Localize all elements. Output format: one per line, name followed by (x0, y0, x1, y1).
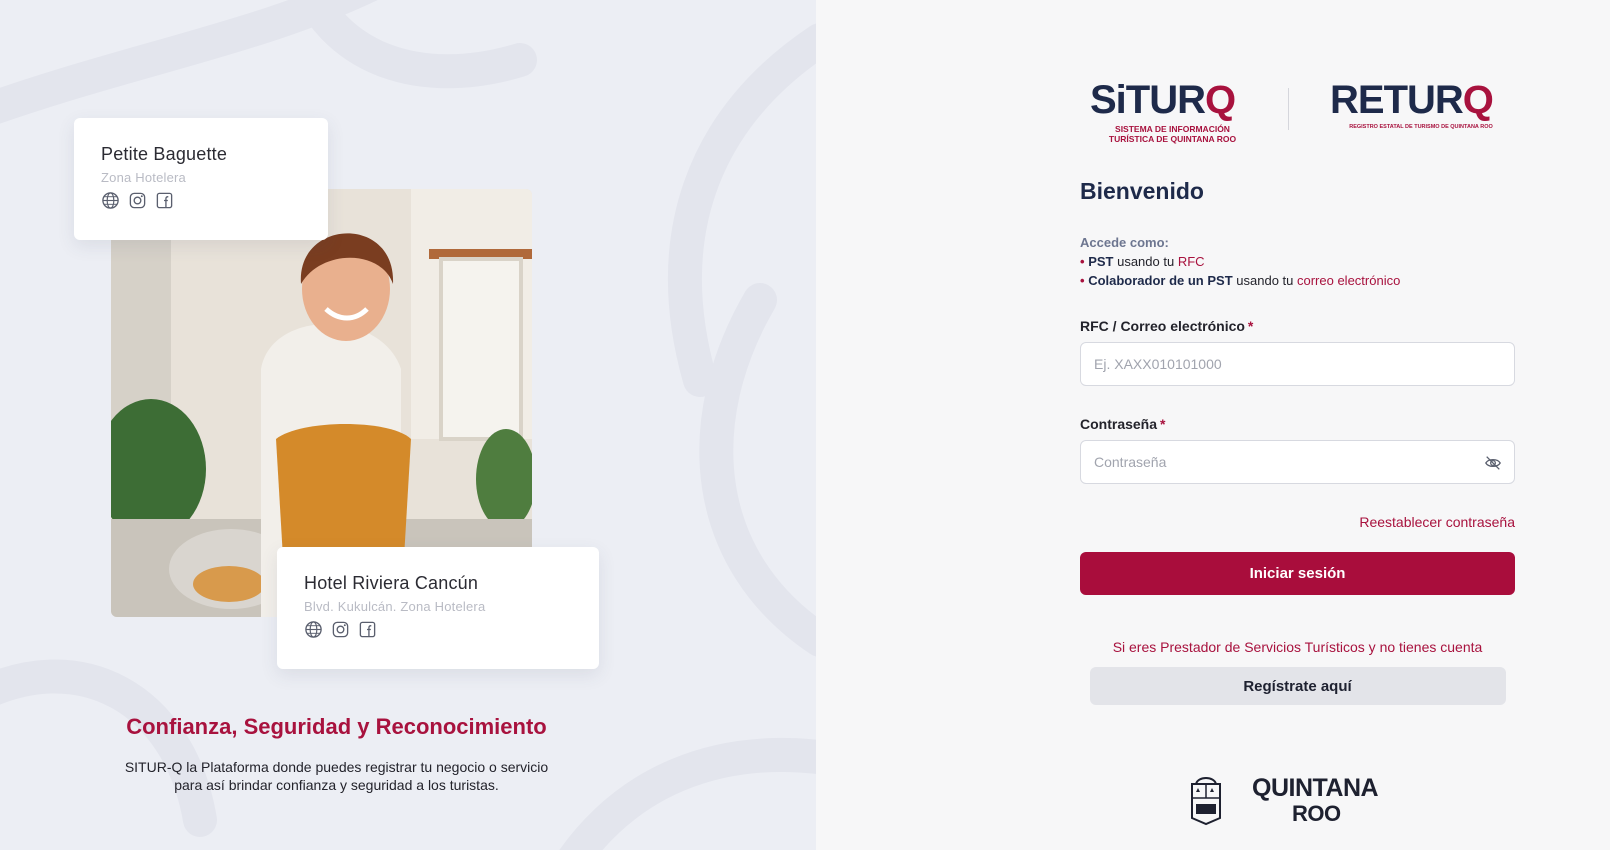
access-item-pst: • PST usando tu RFC (1080, 254, 1205, 269)
access-item-colaborador: • Colaborador de un PST usando tu correo… (1080, 273, 1401, 288)
business-card-petite-baguette: Petite Baguette Zona Hotelera (74, 118, 328, 240)
rfc-field-wrapper (1080, 342, 1515, 386)
business-location: Zona Hotelera (101, 170, 186, 185)
access-instructions: Accede como: • PST usando tu RFC • Colab… (1080, 233, 1515, 290)
instagram-icon[interactable] (331, 620, 350, 639)
rfc-label: RFC / Correo electrónico * (1080, 318, 1254, 334)
reset-password-link[interactable]: Reestablecer contraseña (1359, 514, 1515, 530)
business-location: Blvd. Kukulcán. Zona Hotelera (304, 599, 486, 614)
business-name: Petite Baguette (101, 144, 228, 164)
state-shield-icon (1191, 777, 1221, 826)
password-input[interactable] (1094, 454, 1501, 470)
logo-divider (1288, 88, 1289, 130)
facebook-icon[interactable] (155, 191, 174, 210)
login-button[interactable]: Iniciar sesión (1080, 552, 1515, 595)
business-card-hotel-riviera: Hotel Riviera Cancún Blvd. Kukulcán. Zon… (277, 547, 599, 669)
showcase-panel: Petite Baguette Zona Hotelera Hotel Rivi… (0, 0, 816, 850)
situr-logo: SiTURQ SISTEMA DE INFORMACIÓN TURÍSTICA D… (1090, 78, 1237, 144)
instagram-icon[interactable] (128, 191, 147, 210)
page-title: Bienvenido (1080, 178, 1204, 204)
eye-slash-icon[interactable] (1484, 454, 1502, 472)
register-prompt: Si eres Prestador de Servicios Turístico… (1112, 639, 1483, 655)
footer-logos: QUINTANA ROO (1186, 772, 1411, 828)
password-label: Contraseña * (1080, 416, 1166, 432)
facebook-icon[interactable] (358, 620, 377, 639)
business-name: Hotel Riviera Cancún (304, 573, 479, 593)
returo-logo: RETURQ REGISTRO ESTATAL DE TURISMO DE QU… (1330, 78, 1494, 130)
globe-icon[interactable] (101, 191, 120, 210)
register-button[interactable]: Regístrate aquí (1089, 667, 1506, 705)
brand-header: SiTURQ SISTEMA DE INFORMACIÓN TURÍSTICA D… (1090, 76, 1510, 146)
showcase-description: SITUR-Q la Plataforma donde puedes regis… (124, 759, 549, 793)
quintana-roo-logo: QUINTANA ROO (1252, 774, 1379, 826)
rfc-email-input[interactable] (1094, 356, 1501, 372)
login-form: Bienvenido Accede como: • PST usando tu … (1080, 178, 1515, 705)
globe-icon[interactable] (304, 620, 323, 639)
password-field-wrapper (1080, 440, 1515, 484)
showcase-tagline: Confianza, Seguridad y Reconocimiento (126, 714, 547, 739)
